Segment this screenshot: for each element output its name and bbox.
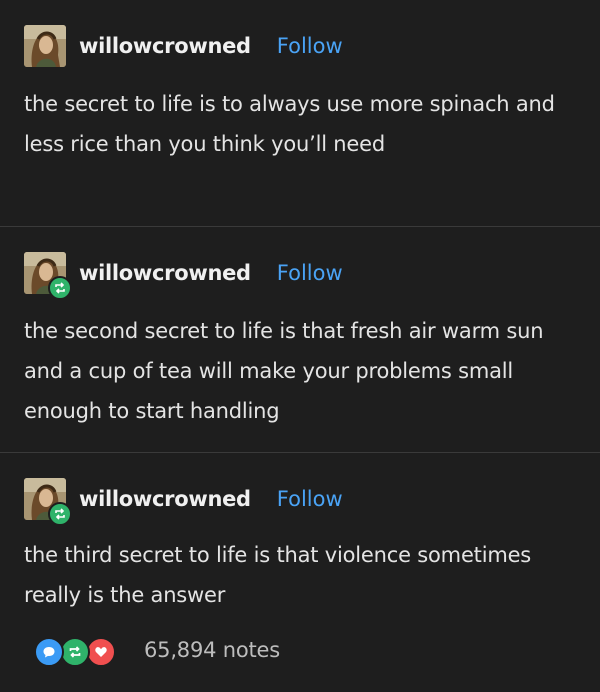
post: willowcrowned Follow the third secret to… [0,453,600,692]
follow-button[interactable]: Follow [277,487,343,511]
notes-bar[interactable]: 65,894 notes [34,636,280,667]
post-header: willowcrowned Follow [24,477,343,526]
post-text: the third secret to life is that violenc… [24,543,532,607]
avatar[interactable] [24,478,72,526]
reblog-icon [60,637,90,667]
reblog-icon [48,502,72,526]
post-text: the secret to life is to always use more… [24,92,555,156]
like-icon [86,637,116,667]
post: willowcrowned Follow the secret to life … [0,0,600,226]
reply-icon [34,637,64,667]
follow-button[interactable]: Follow [277,261,343,285]
reblog-icon [48,276,72,300]
avatar-image [24,25,66,67]
username[interactable]: willowcrowned [79,34,251,58]
post-text: the second secret to life is that fresh … [24,319,544,423]
post: willowcrowned Follow the second secret t… [0,227,600,452]
post-header: willowcrowned Follow [24,24,343,68]
username[interactable]: willowcrowned [79,487,251,511]
note-icons [34,636,130,667]
follow-button[interactable]: Follow [277,34,343,58]
username[interactable]: willowcrowned [79,261,251,285]
avatar[interactable] [24,25,66,67]
post-header: willowcrowned Follow [24,251,343,300]
avatar[interactable] [24,252,72,300]
notes-count[interactable]: 65,894 notes [144,638,280,662]
